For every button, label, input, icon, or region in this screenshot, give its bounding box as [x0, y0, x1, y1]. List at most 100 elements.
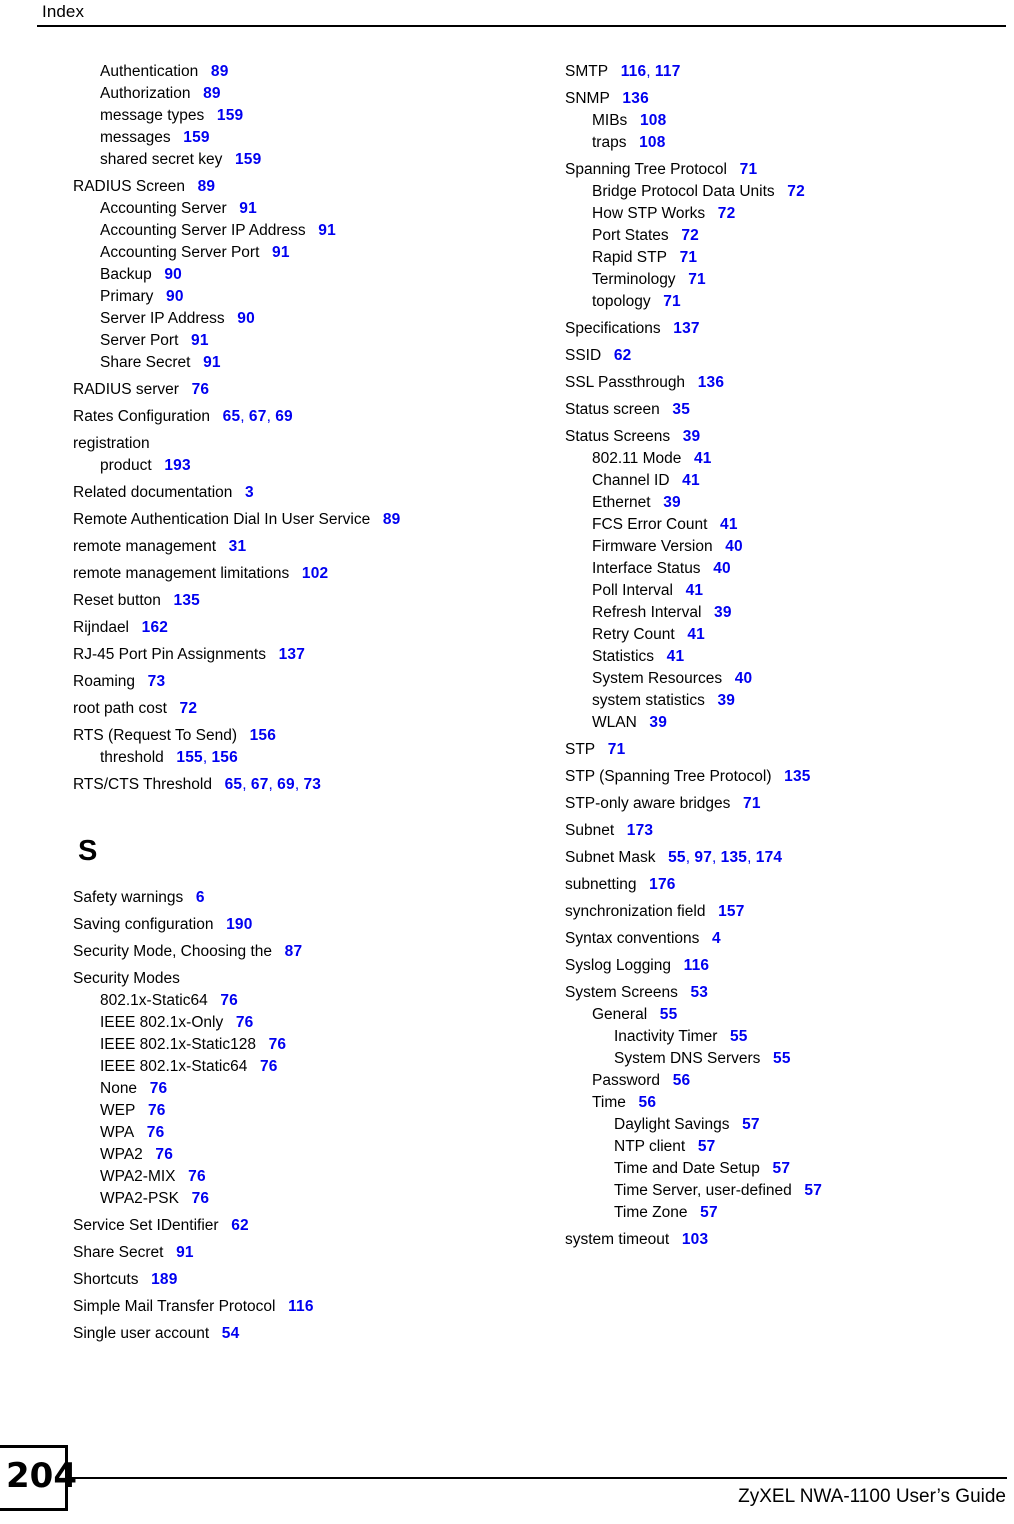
page-reference-link[interactable]: 90 — [164, 266, 182, 283]
index-entry-pages[interactable]: 40 — [717, 538, 743, 555]
index-entry-pages[interactable]: 189 — [142, 1271, 177, 1288]
page-reference-link[interactable]: 41 — [687, 626, 705, 643]
index-entry-pages[interactable]: 89 — [189, 178, 215, 195]
page-reference-link[interactable]: 193 — [164, 457, 190, 474]
index-entry-pages[interactable]: 41 — [674, 472, 700, 489]
index-entry-pages[interactable]: 91 — [263, 244, 289, 261]
page-reference-link[interactable]: 56 — [639, 1094, 657, 1111]
page-reference-link[interactable]: 55 — [660, 1006, 678, 1023]
index-entry-pages[interactable]: 41 — [685, 450, 711, 467]
index-entry-pages[interactable]: 72 — [171, 700, 197, 717]
index-entry-pages[interactable]: 65, 67, 69 — [214, 408, 293, 425]
index-entry-pages[interactable]: 137 — [665, 320, 700, 337]
index-entry-pages[interactable]: 71 — [655, 293, 681, 310]
index-entry-pages[interactable]: 89 — [374, 511, 400, 528]
page-reference-link[interactable]: 91 — [318, 222, 336, 239]
index-entry-pages[interactable]: 90 — [156, 266, 182, 283]
page-reference-link[interactable]: 189 — [151, 1271, 177, 1288]
page-reference-link[interactable]: 76 — [148, 1102, 166, 1119]
index-entry-pages[interactable]: 76 — [227, 1014, 253, 1031]
index-entry-pages[interactable]: 57 — [733, 1116, 759, 1133]
index-entry-pages[interactable]: 76 — [251, 1058, 277, 1075]
page-reference-link[interactable]: 53 — [690, 984, 708, 1001]
page-reference-link[interactable]: 173 — [627, 822, 653, 839]
index-entry-pages[interactable]: 54 — [213, 1325, 239, 1342]
index-entry-pages[interactable]: 39 — [705, 604, 731, 621]
page-reference-link[interactable]: 117 — [655, 63, 681, 80]
index-entry-pages[interactable]: 76 — [180, 1168, 206, 1185]
page-reference-link[interactable]: 71 — [740, 161, 758, 178]
index-entry-pages[interactable]: 162 — [133, 619, 168, 636]
index-entry-pages[interactable]: 76 — [212, 992, 238, 1009]
index-entry-pages[interactable]: 76 — [138, 1124, 164, 1141]
page-reference-link[interactable]: 55 — [773, 1050, 791, 1067]
index-entry-pages[interactable]: 135 — [776, 768, 811, 785]
index-entry-pages[interactable]: 116 — [279, 1298, 313, 1315]
index-entry-pages[interactable]: 71 — [680, 271, 706, 288]
page-reference-link[interactable]: 162 — [142, 619, 168, 636]
page-reference-link[interactable]: 69 — [275, 408, 293, 425]
index-entry-pages[interactable]: 137 — [270, 646, 305, 663]
index-entry-pages[interactable]: 76 — [147, 1146, 173, 1163]
page-reference-link[interactable]: 72 — [180, 700, 198, 717]
page-reference-link[interactable]: 76 — [155, 1146, 173, 1163]
page-reference-link[interactable]: 57 — [742, 1116, 760, 1133]
index-entry-pages[interactable]: 40 — [705, 560, 731, 577]
page-reference-link[interactable]: 41 — [720, 516, 738, 533]
index-entry-pages[interactable]: 31 — [220, 538, 246, 555]
index-entry-pages[interactable]: 76 — [141, 1080, 167, 1097]
page-reference-link[interactable]: 135 — [174, 592, 200, 609]
page-reference-link[interactable]: 159 — [183, 129, 209, 146]
page-reference-link[interactable]: 157 — [718, 903, 744, 920]
index-entry-pages[interactable]: 135 — [165, 592, 200, 609]
index-entry-pages[interactable]: 39 — [655, 494, 681, 511]
page-reference-link[interactable]: 40 — [713, 560, 731, 577]
index-entry-pages[interactable]: 90 — [157, 288, 183, 305]
index-entry-pages[interactable]: 91 — [194, 354, 220, 371]
index-entry-pages[interactable]: 6 — [187, 889, 205, 906]
page-reference-link[interactable]: 108 — [640, 112, 666, 129]
index-entry-pages[interactable]: 102 — [293, 565, 328, 582]
index-entry-pages[interactable]: 39 — [674, 428, 700, 445]
page-reference-link[interactable]: 39 — [663, 494, 681, 511]
index-entry-pages[interactable]: 89 — [194, 85, 220, 102]
page-reference-link[interactable]: 39 — [717, 692, 735, 709]
index-entry-pages[interactable]: 55, 97, 135, 174 — [659, 849, 782, 866]
index-entry-pages[interactable]: 108 — [630, 134, 665, 151]
page-reference-link[interactable]: 76 — [236, 1014, 254, 1031]
page-reference-link[interactable]: 62 — [614, 347, 632, 364]
page-reference-link[interactable]: 55 — [668, 849, 686, 866]
page-reference-link[interactable]: 41 — [682, 472, 700, 489]
page-reference-link[interactable]: 156 — [211, 749, 237, 766]
index-entry-pages[interactable]: 56 — [630, 1094, 656, 1111]
page-reference-link[interactable]: 4 — [712, 930, 721, 947]
page-reference-link[interactable]: 3 — [245, 484, 254, 501]
page-reference-link[interactable]: 72 — [681, 227, 699, 244]
page-reference-link[interactable]: 65 — [223, 408, 241, 425]
index-entry-pages[interactable]: 65, 67, 69, 73 — [216, 776, 321, 793]
index-entry-pages[interactable]: 173 — [618, 822, 653, 839]
index-entry-pages[interactable]: 62 — [605, 347, 631, 364]
page-reference-link[interactable]: 176 — [649, 876, 675, 893]
page-reference-link[interactable]: 76 — [269, 1036, 287, 1053]
page-reference-link[interactable]: 116 — [684, 957, 710, 974]
index-entry-pages[interactable]: 136 — [614, 90, 649, 107]
index-entry-pages[interactable]: 55 — [721, 1028, 747, 1045]
page-reference-link[interactable]: 55 — [730, 1028, 748, 1045]
index-entry-pages[interactable]: 157 — [709, 903, 744, 920]
page-reference-link[interactable]: 41 — [686, 582, 704, 599]
index-entry-pages[interactable]: 57 — [764, 1160, 790, 1177]
index-entry-pages[interactable]: 193 — [156, 457, 191, 474]
page-reference-link[interactable]: 71 — [743, 795, 761, 812]
index-entry-pages[interactable]: 4 — [703, 930, 721, 947]
index-entry-pages[interactable]: 76 — [139, 1102, 165, 1119]
index-entry-pages[interactable]: 159 — [208, 107, 243, 124]
page-reference-link[interactable]: 57 — [804, 1182, 822, 1199]
index-entry-pages[interactable]: 41 — [658, 648, 684, 665]
index-entry-pages[interactable]: 136 — [689, 374, 724, 391]
page-reference-link[interactable]: 56 — [673, 1072, 691, 1089]
page-reference-link[interactable]: 190 — [226, 916, 252, 933]
page-reference-link[interactable]: 91 — [176, 1244, 194, 1261]
page-reference-link[interactable]: 71 — [608, 741, 626, 758]
page-reference-link[interactable]: 137 — [673, 320, 699, 337]
